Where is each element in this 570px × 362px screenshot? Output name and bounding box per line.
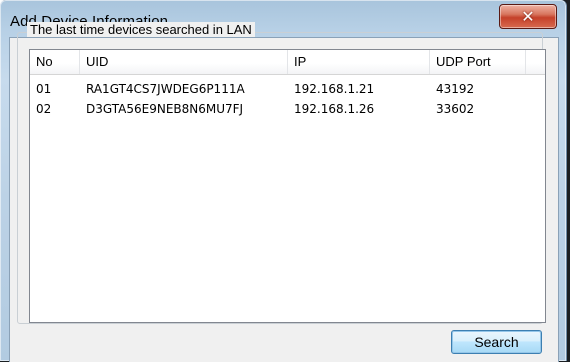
cell-uid: D3GTA56E9NEB8N6MU7FJ — [86, 102, 244, 116]
dialog-window: Add Device Information ✕ The last time d… — [0, 0, 567, 362]
close-icon: ✕ — [521, 6, 535, 26]
column-header-no[interactable]: No — [30, 50, 80, 74]
table-row[interactable]: 01 RA1GT4CS7JWDEG6P111A 192.168.1.21 431… — [30, 80, 545, 98]
list-header: No UID IP UDP Port — [30, 50, 545, 75]
device-list[interactable]: No UID IP UDP Port 01 RA1GT4CS7JWDEG6P11… — [29, 49, 546, 323]
groupbox-legend: The last time devices searched in LAN — [27, 22, 255, 37]
column-header-ip[interactable]: IP — [288, 50, 430, 74]
cell-uid: RA1GT4CS7JWDEG6P111A — [86, 82, 245, 96]
cell-no: 01 — [36, 82, 52, 96]
table-row[interactable]: 02 D3GTA56E9NEB8N6MU7FJ 192.168.1.26 336… — [30, 100, 545, 118]
column-header-udp-port[interactable]: UDP Port — [430, 50, 526, 74]
cell-no: 02 — [36, 102, 52, 116]
cell-ip: 192.168.1.21 — [294, 82, 375, 96]
column-header-uid[interactable]: UID — [80, 50, 288, 74]
cell-udp-port: 33602 — [436, 102, 475, 116]
close-button[interactable]: ✕ — [499, 4, 557, 29]
search-button[interactable]: Search — [451, 330, 542, 354]
cell-udp-port: 43192 — [436, 82, 475, 96]
cell-ip: 192.168.1.26 — [294, 102, 375, 116]
column-header-filler — [526, 50, 545, 74]
